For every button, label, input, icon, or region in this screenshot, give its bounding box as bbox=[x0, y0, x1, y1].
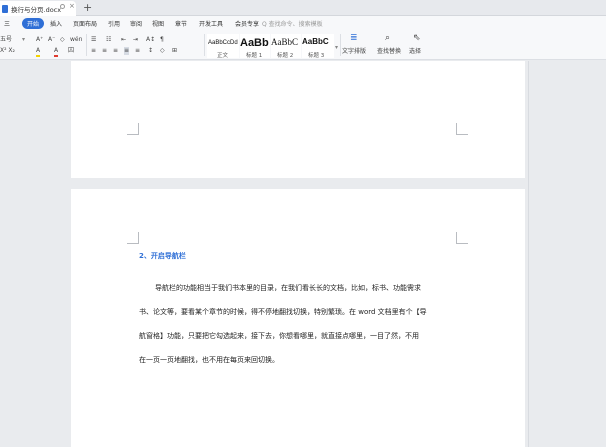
menu-tab-home[interactable]: 开始 bbox=[22, 18, 45, 29]
page-margin-marker bbox=[127, 123, 139, 135]
command-search-input[interactable]: Q 查找命令、搜索模板 bbox=[262, 19, 323, 28]
paragraph-line[interactable]: 书、论文等，要看某个章节的时候，得不停地翻找切换，特别繁琐。在 word 文档里… bbox=[139, 307, 427, 317]
ribbon-menu-bar: 三 开始 插入 页面布局 引用 审阅 视图 章节 开发工具 会员专享 Q 查找命… bbox=[0, 16, 606, 32]
menu-tab-section[interactable]: 章节 bbox=[175, 19, 187, 28]
shrink-font-button[interactable]: A⁻ bbox=[48, 36, 55, 44]
document-tab-name: 换行与分页.docx bbox=[11, 5, 62, 14]
page-margin-marker bbox=[456, 232, 468, 244]
document-tab[interactable]: 换行与分页.docx bbox=[0, 1, 76, 16]
sort-button[interactable]: A↕ bbox=[146, 36, 155, 44]
tab-status-dot-icon bbox=[60, 4, 65, 9]
vertical-scrollbar[interactable] bbox=[528, 61, 529, 447]
bullets-button[interactable]: ☰ bbox=[91, 36, 96, 44]
numbering-button[interactable]: ☷ bbox=[106, 36, 111, 44]
shading-button[interactable]: ◇ bbox=[160, 47, 165, 55]
text-layout-button[interactable]: 文字排版 bbox=[342, 48, 366, 56]
font-color-button[interactable]: A bbox=[54, 47, 59, 57]
menu-tab-review[interactable]: 审阅 bbox=[130, 19, 142, 28]
show-marks-button[interactable]: ¶ bbox=[160, 36, 164, 44]
close-tab-icon[interactable]: × bbox=[69, 2, 75, 10]
font-size-select[interactable]: 五号 bbox=[0, 36, 12, 44]
align-left-button[interactable]: ≡ bbox=[91, 47, 96, 55]
section-heading[interactable]: 2、开启导航栏 bbox=[139, 251, 186, 261]
clear-format-icon[interactable]: ◇ bbox=[60, 36, 65, 44]
style-heading-3[interactable]: AaBbC 标题 3 bbox=[302, 34, 334, 59]
menu-tab-membership[interactable]: 会员专享 bbox=[235, 19, 259, 28]
justify-button[interactable]: ≡ bbox=[124, 47, 130, 55]
page-margin-marker bbox=[127, 232, 139, 244]
paragraph-line[interactable]: 导航栏的功能相当于我们书本里的目录，在我们看长长的文档，比如，标书、功能需求 bbox=[155, 283, 421, 293]
chevron-down-icon[interactable]: ▾ bbox=[22, 36, 25, 44]
page-margin-marker bbox=[456, 123, 468, 135]
distribute-button[interactable]: ≡ bbox=[135, 47, 140, 55]
ribbon-toolbar: 五号 ▾ A⁺ A⁻ ◇ wén X² X₂ A A 囚 ☰ ☷ ⇤ ⇥ A↕ … bbox=[0, 32, 606, 60]
subscript-superscript-button[interactable]: X² X₂ bbox=[0, 47, 15, 55]
title-tab-bar: 换行与分页.docx × + bbox=[0, 0, 606, 16]
find-replace-button[interactable]: 查找替换 bbox=[377, 48, 401, 56]
increase-indent-button[interactable]: ⇥ bbox=[133, 36, 138, 44]
character-border-button[interactable]: 囚 bbox=[68, 47, 74, 55]
line-spacing-button[interactable]: ↕ bbox=[148, 47, 153, 55]
document-workspace[interactable]: 2、开启导航栏 导航栏的功能相当于我们书本里的目录，在我们看长长的文档，比如，标… bbox=[0, 61, 606, 447]
search-icon: ⌕ bbox=[385, 33, 391, 43]
paragraph-line[interactable]: 在一页一页地翻找，也不用在每页来回切换。 bbox=[139, 355, 279, 365]
menu-tab-references[interactable]: 引用 bbox=[108, 19, 120, 28]
align-right-button[interactable]: ≡ bbox=[113, 47, 118, 55]
highlight-color-button[interactable]: A bbox=[36, 47, 41, 57]
document-page-previous[interactable] bbox=[71, 61, 525, 178]
cursor-arrow-icon: ⇖ bbox=[413, 33, 421, 43]
select-button[interactable]: 选择 bbox=[409, 48, 421, 56]
menu-more-button[interactable]: 三 bbox=[4, 19, 10, 28]
text-layout-icon: ≣ bbox=[350, 33, 358, 43]
menu-tab-page-layout[interactable]: 页面布局 bbox=[73, 19, 97, 28]
menu-tab-insert[interactable]: 插入 bbox=[50, 19, 62, 28]
menu-tab-developer[interactable]: 开发工具 bbox=[199, 19, 223, 28]
style-heading-2[interactable]: AaBbC 标题 2 bbox=[271, 34, 301, 59]
menu-tab-view[interactable]: 视图 bbox=[152, 19, 164, 28]
pinyin-guide-button[interactable]: wén bbox=[70, 36, 82, 44]
new-tab-button[interactable]: + bbox=[83, 1, 92, 14]
wps-writer-icon bbox=[2, 4, 8, 13]
document-page-current[interactable]: 2、开启导航栏 导航栏的功能相当于我们书本里的目录，在我们看长长的文档，比如，标… bbox=[71, 189, 525, 447]
paragraph-line[interactable]: 航窗格】功能，只要把它勾选起来，接下去，你想看哪里，就直接点哪里，一目了然，不用 bbox=[139, 331, 419, 341]
style-heading-1[interactable]: AaBb 标题 1 bbox=[240, 34, 270, 59]
styles-gallery-expand-icon[interactable]: ▾ bbox=[335, 44, 338, 52]
style-normal[interactable]: AaBbCcDd 正文 bbox=[207, 34, 239, 59]
grow-font-button[interactable]: A⁺ bbox=[36, 36, 43, 44]
align-center-button[interactable]: ≡ bbox=[102, 47, 107, 55]
decrease-indent-button[interactable]: ⇤ bbox=[121, 36, 126, 44]
borders-button[interactable]: ⊞ bbox=[172, 47, 177, 55]
